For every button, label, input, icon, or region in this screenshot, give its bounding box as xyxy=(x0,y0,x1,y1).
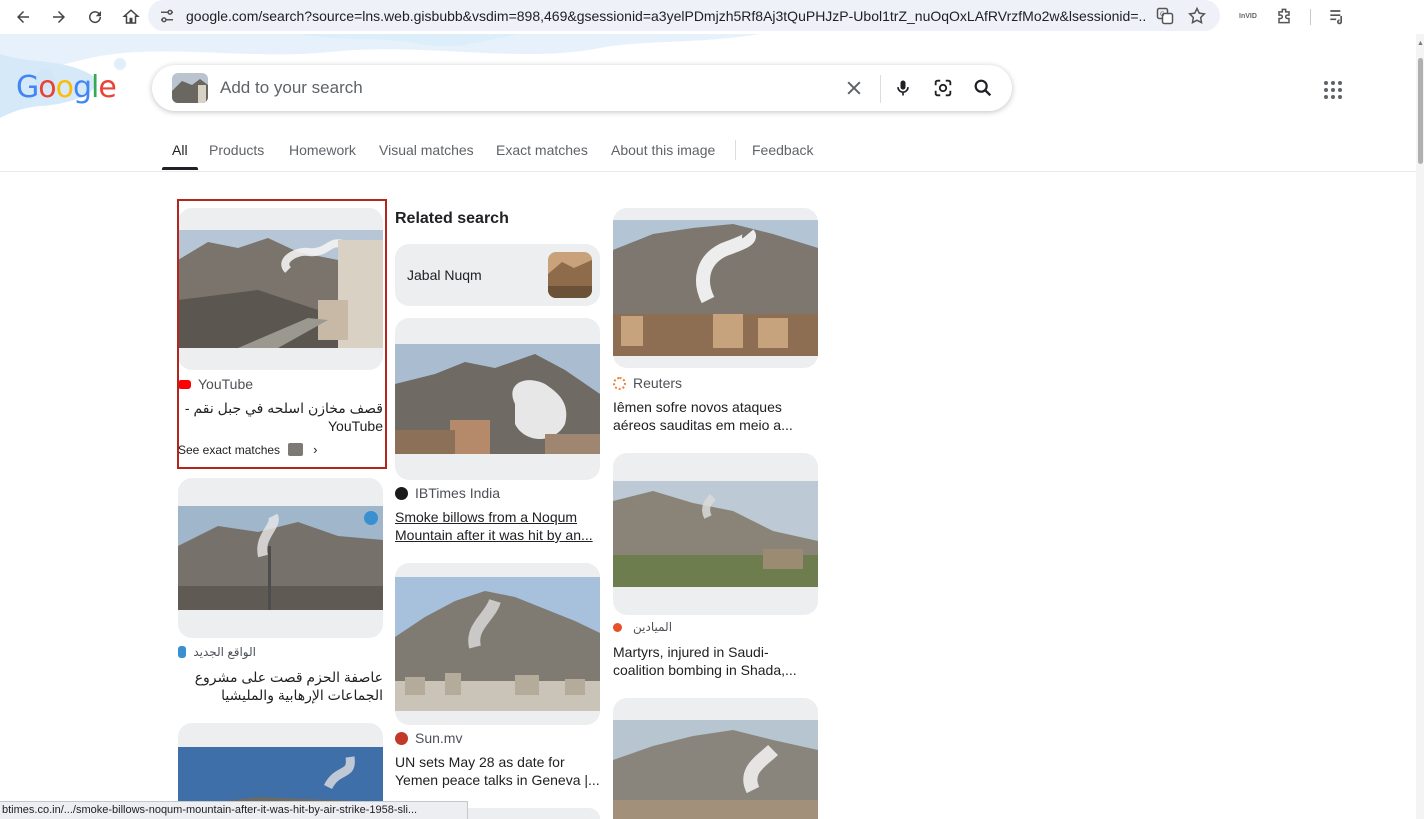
address-bar[interactable]: google.com/search?source=lns.web.gisbubb… xyxy=(148,0,1220,31)
url-text[interactable]: google.com/search?source=lns.web.gisbubb… xyxy=(186,8,1146,24)
tab-about-this-image[interactable]: About this image xyxy=(611,142,715,158)
tab-exact-matches[interactable]: Exact matches xyxy=(496,142,588,158)
related-search-heading: Related search xyxy=(395,210,509,227)
result-source-almayadeen[interactable]: الميادين xyxy=(613,620,672,634)
related-search-label: Jabal Nuqm xyxy=(407,267,482,283)
almayadeen-favicon-icon xyxy=(613,622,622,632)
result-source-sunmv[interactable]: Sun.mv xyxy=(395,730,462,746)
source-name: الميادين xyxy=(633,620,673,634)
alwaqea-favicon-icon xyxy=(178,646,187,658)
active-tab-indicator xyxy=(162,167,198,170)
result-image-reuters[interactable] xyxy=(613,208,818,368)
link-status-bar: btimes.co.in/.../smoke-billows-noqum-mou… xyxy=(0,801,468,819)
tab-feedback[interactable]: Feedback xyxy=(752,142,813,158)
reuters-favicon-icon xyxy=(613,376,626,390)
lens-camera-icon[interactable] xyxy=(932,77,954,99)
query-image-thumbnail[interactable] xyxy=(172,73,208,103)
result-image-alwaqea[interactable] xyxy=(178,478,383,638)
result-title-reuters[interactable]: Iêmen sofre novos ataques aéreos saudita… xyxy=(613,398,818,434)
sunmv-favicon-icon xyxy=(395,731,408,745)
clear-icon[interactable] xyxy=(843,77,865,99)
result-image-sunmv[interactable] xyxy=(395,563,600,725)
highlighted-result-box xyxy=(177,199,387,469)
forward-icon[interactable] xyxy=(46,4,72,30)
result-title-almayadeen[interactable]: Martyrs, injured in Saudi-coalition bomb… xyxy=(613,643,818,679)
search-icon[interactable] xyxy=(972,77,994,99)
tab-divider xyxy=(735,140,736,160)
microphone-icon[interactable] xyxy=(892,77,914,99)
translate-icon[interactable]: G xyxy=(1155,6,1175,26)
related-search-thumbnail xyxy=(548,252,592,298)
result-image-col3-third[interactable] xyxy=(613,698,818,819)
result-source-ibtimes[interactable]: IBTimes India xyxy=(395,485,500,501)
result-title-sunmv[interactable]: UN sets May 28 as date for Yemen peace t… xyxy=(395,753,600,789)
extensions-puzzle-icon[interactable] xyxy=(1273,5,1295,27)
tab-homework[interactable]: Homework xyxy=(289,142,356,158)
site-info-icon[interactable] xyxy=(158,7,176,25)
source-name: Sun.mv xyxy=(415,730,463,746)
result-title-alwaqea[interactable]: عاصفة الحزم قصت على مشروع الجماعات الإره… xyxy=(178,668,383,704)
source-name: الواقع الجديد xyxy=(193,645,256,659)
results-tabs: All Products Homework Visual matches Exa… xyxy=(0,138,1424,172)
media-queue-icon[interactable] xyxy=(1326,5,1348,27)
search-bar-divider xyxy=(880,75,881,103)
scroll-up-arrow-icon[interactable]: ▲ xyxy=(1417,40,1424,47)
result-source-reuters[interactable]: Reuters xyxy=(613,375,682,391)
tab-all[interactable]: All xyxy=(172,142,188,158)
related-search-chip[interactable]: Jabal Nuqm xyxy=(395,244,600,306)
svg-text:G: G xyxy=(1160,12,1165,18)
tab-visual-matches[interactable]: Visual matches xyxy=(379,142,474,158)
tab-products[interactable]: Products xyxy=(209,142,264,158)
google-apps-icon[interactable] xyxy=(1322,79,1344,101)
source-name: IBTimes India xyxy=(415,485,501,501)
toolbar-divider xyxy=(1310,9,1311,25)
source-name: Reuters xyxy=(633,375,683,391)
page-scrollbar-thumb[interactable] xyxy=(1418,58,1423,164)
invid-extension-icon[interactable]: InVID xyxy=(1237,5,1259,27)
google-logo[interactable]: Google xyxy=(16,70,117,105)
ibtimes-favicon-icon xyxy=(395,486,408,500)
result-title-ibtimes[interactable]: Smoke billows from a Noqum Mountain afte… xyxy=(395,508,600,544)
home-icon[interactable] xyxy=(118,4,144,30)
search-input[interactable] xyxy=(220,78,720,98)
browser-toolbar: google.com/search?source=lns.web.gisbubb… xyxy=(0,0,1424,34)
reload-icon[interactable] xyxy=(82,4,108,30)
result-source-alwaqea[interactable]: الواقع الجديد xyxy=(178,645,256,659)
bookmark-star-icon[interactable] xyxy=(1187,6,1207,26)
result-image-almayadeen[interactable] xyxy=(613,453,818,615)
back-icon[interactable] xyxy=(10,4,36,30)
result-image-ibtimes[interactable] xyxy=(395,318,600,480)
lens-search-bar xyxy=(152,65,1012,111)
